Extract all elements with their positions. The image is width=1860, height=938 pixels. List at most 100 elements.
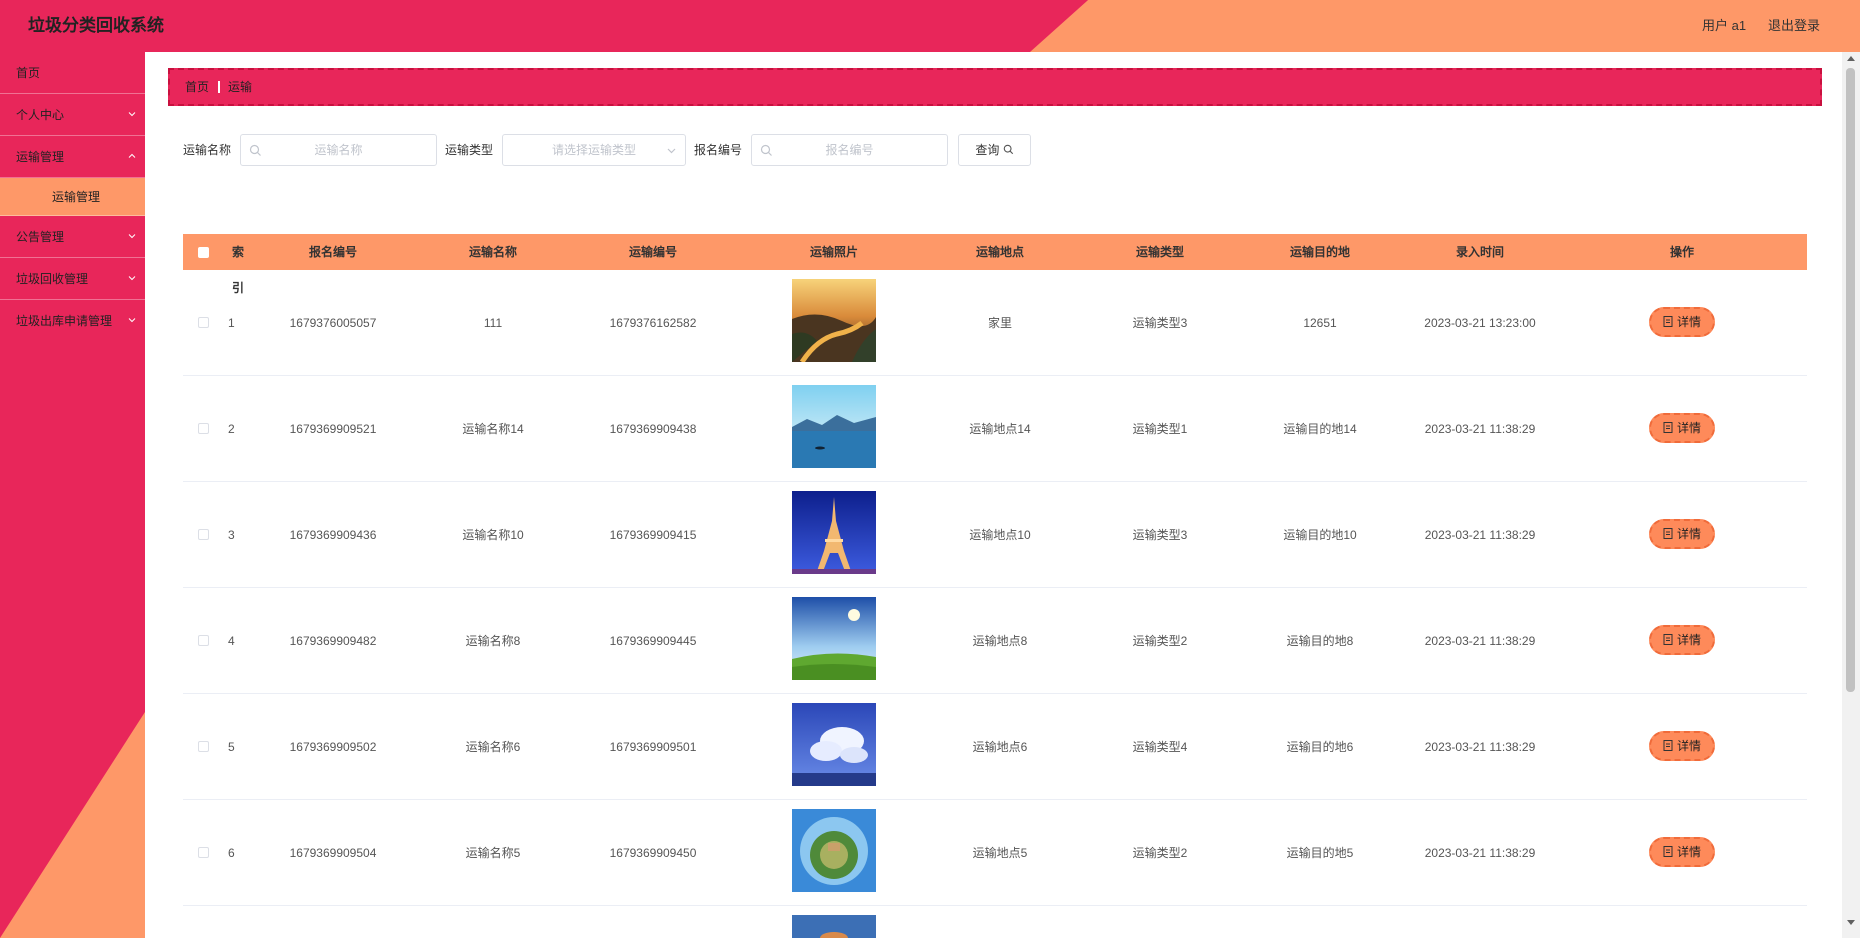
sidebar-item-label: 垃圾出库申请管理 xyxy=(16,314,113,328)
logout-link[interactable]: 退出登录 xyxy=(1768,0,1820,52)
cell-destination: 运输目的地6 xyxy=(1286,740,1354,754)
transport-photo-partial[interactable] xyxy=(792,915,876,938)
sidebar-item-transport-management[interactable]: 运输管理 xyxy=(0,136,145,178)
sidebar-item-garbage-outbound[interactable]: 垃圾出库申请管理 xyxy=(0,300,145,342)
header-transport-no: 运输编号 xyxy=(628,245,677,259)
vertical-scrollbar[interactable] xyxy=(1842,52,1860,938)
cell-name: 运输名称5 xyxy=(465,846,521,860)
document-icon xyxy=(1663,846,1673,857)
cell-index: 3 xyxy=(228,528,235,542)
header-photo: 运输照片 xyxy=(809,245,858,259)
header-name: 运输名称 xyxy=(468,245,517,259)
cell-type: 运输类型2 xyxy=(1132,634,1188,648)
table-row: 6 1679369909504 运输名称5 1679369909450 运输地点… xyxy=(183,800,1807,906)
detail-button-label: 详情 xyxy=(1676,315,1701,329)
cell-type: 运输类型3 xyxy=(1132,528,1188,542)
scrollbar-thumb[interactable] xyxy=(1846,68,1855,692)
header-destination: 运输目的地 xyxy=(1289,245,1350,259)
sidebar-item-garbage-recycle[interactable]: 垃圾回收管理 xyxy=(0,258,145,300)
row-checkbox[interactable] xyxy=(198,741,209,752)
breadcrumb: 首页 运输 xyxy=(168,68,1822,106)
current-user: 用户 a1 xyxy=(1702,18,1747,33)
cell-place: 运输地点6 xyxy=(972,740,1028,754)
cell-name: 运输名称8 xyxy=(465,634,521,648)
search-type-placeholder: 请选择运输类型 xyxy=(551,143,636,157)
detail-button[interactable]: 详情 xyxy=(1649,837,1715,867)
transport-photo-tiny-planet[interactable] xyxy=(792,809,876,892)
cell-time: 2023-03-21 11:38:29 xyxy=(1424,422,1536,436)
breadcrumb-home[interactable]: 首页 xyxy=(185,70,209,104)
chevron-down-icon xyxy=(128,112,136,117)
detail-button[interactable]: 详情 xyxy=(1649,307,1715,337)
cell-transport-no: 1679376162582 xyxy=(609,316,697,330)
cell-name: 运输名称10 xyxy=(462,528,524,542)
cell-index: 4 xyxy=(228,634,235,648)
search-regno-placeholder: 报名编号 xyxy=(825,143,874,157)
sidebar-accent-corner xyxy=(0,712,145,938)
cell-index: 2 xyxy=(228,422,235,436)
scroll-up-arrow-icon[interactable] xyxy=(1847,56,1855,61)
search-name-input[interactable]: 运输名称 xyxy=(240,134,437,166)
sidebar-item-label: 垃圾回收管理 xyxy=(16,272,89,286)
chevron-down-icon xyxy=(128,276,136,281)
cell-destination: 运输目的地8 xyxy=(1286,634,1354,648)
cell-time: 2023-03-21 11:38:29 xyxy=(1424,846,1536,860)
cell-transport-no: 1679369909445 xyxy=(609,634,697,648)
document-icon xyxy=(1663,528,1673,539)
transport-photo-cloudy-sky[interactable] xyxy=(792,703,876,786)
document-icon xyxy=(1663,634,1673,645)
cell-index: 5 xyxy=(228,740,235,754)
cell-destination: 运输目的地5 xyxy=(1286,846,1354,860)
sidebar-item-label: 公告管理 xyxy=(16,230,65,244)
row-checkbox[interactable] xyxy=(198,847,209,858)
detail-button[interactable]: 详情 xyxy=(1649,519,1715,549)
search-name-placeholder: 运输名称 xyxy=(314,143,363,157)
row-checkbox[interactable] xyxy=(198,635,209,646)
sidebar-item-personal-center[interactable]: 个人中心 xyxy=(0,94,145,136)
detail-button[interactable]: 详情 xyxy=(1649,625,1715,655)
transport-photo-eiffel-tower[interactable] xyxy=(792,491,876,574)
row-checkbox[interactable] xyxy=(198,529,209,540)
transport-photo-lake-mountains[interactable] xyxy=(792,385,876,468)
detail-button[interactable]: 详情 xyxy=(1649,413,1715,443)
detail-button-label: 详情 xyxy=(1676,739,1701,753)
table-row: 2 1679369909521 运输名称14 1679369909438 运输地… xyxy=(183,376,1807,482)
row-checkbox[interactable] xyxy=(198,317,209,328)
scroll-down-arrow-icon[interactable] xyxy=(1847,920,1855,925)
detail-button[interactable]: 详情 xyxy=(1649,731,1715,761)
row-checkbox[interactable] xyxy=(198,423,209,434)
query-button[interactable]: 查询 xyxy=(958,134,1031,166)
search-type-label: 运输类型 xyxy=(445,143,494,157)
detail-button-label: 详情 xyxy=(1676,633,1701,647)
cell-destination: 12651 xyxy=(1303,316,1337,330)
header-type: 运输类型 xyxy=(1135,245,1184,259)
cell-destination: 运输目的地14 xyxy=(1283,422,1357,436)
sidebar-item-label: 首页 xyxy=(16,66,41,80)
header-regno: 报名编号 xyxy=(308,245,357,259)
detail-button-label: 详情 xyxy=(1676,527,1701,541)
sidebar-subitem-transport-management[interactable]: 运输管理 xyxy=(0,178,145,216)
table-row: 1 1679376005057 111 1679376162582 家里 运输类… xyxy=(183,270,1807,376)
cell-regno: 1679376005057 xyxy=(289,316,377,330)
select-all-checkbox[interactable] xyxy=(198,247,209,258)
search-regno-input[interactable]: 报名编号 xyxy=(751,134,948,166)
document-icon xyxy=(1663,422,1673,433)
sidebar: 首页 个人中心 运输管理 运输管理 公告管理 垃圾回收管理 垃圾出库申请管理 xyxy=(0,52,145,938)
cell-index: 6 xyxy=(228,846,235,860)
search-icon xyxy=(1003,144,1013,155)
detail-button-label: 详情 xyxy=(1676,421,1701,435)
sidebar-item-home[interactable]: 首页 xyxy=(0,52,145,94)
document-icon xyxy=(1663,740,1673,751)
sidebar-item-label: 运输管理 xyxy=(16,150,65,164)
transport-photo-grass-sky[interactable] xyxy=(792,597,876,680)
document-icon xyxy=(1663,316,1673,327)
header-place: 运输地点 xyxy=(975,245,1024,259)
cell-destination: 运输目的地10 xyxy=(1283,528,1357,542)
cell-type: 运输类型2 xyxy=(1132,846,1188,860)
app-title: 垃圾分类回收系统 xyxy=(28,16,164,35)
cell-type: 运输类型4 xyxy=(1132,740,1188,754)
sidebar-item-announcement[interactable]: 公告管理 xyxy=(0,216,145,258)
breadcrumb-separator xyxy=(218,81,220,93)
search-type-select[interactable]: 请选择运输类型 xyxy=(502,134,686,166)
transport-photo-river-valley[interactable] xyxy=(792,279,876,362)
